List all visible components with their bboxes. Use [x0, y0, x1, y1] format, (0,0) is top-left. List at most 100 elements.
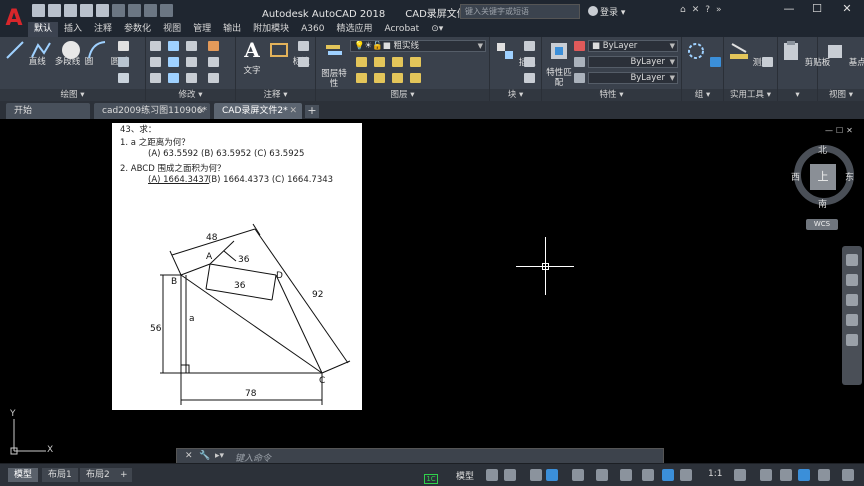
command-history-icon[interactable]: ▸▾ — [215, 451, 224, 461]
pan-icon[interactable] — [846, 274, 858, 286]
panel-groups-footer[interactable]: 组 ▾ — [682, 89, 723, 101]
polyline-button[interactable]: 多段线 — [30, 39, 80, 67]
line-button[interactable]: 直线 — [4, 39, 46, 67]
layout-tab-2[interactable]: 布局2 — [80, 468, 116, 482]
panel-utilities-footer[interactable]: 实用工具 ▾ — [724, 89, 777, 101]
tab-parametric[interactable]: 参数化 — [118, 22, 157, 37]
search-input[interactable]: 键入关键字或短语 — [460, 4, 580, 19]
add-layout-button[interactable]: + — [116, 468, 132, 482]
erase-icon[interactable] — [208, 41, 219, 51]
offset-icon[interactable] — [208, 73, 219, 83]
tab-addins[interactable]: 附加模块 — [247, 22, 295, 37]
doc-tab-cad2009[interactable]: cad2009练习图110906* ✕ — [94, 103, 210, 119]
layer-off-icon[interactable] — [356, 57, 367, 67]
zoom-icon[interactable] — [846, 294, 858, 306]
orbit-icon[interactable] — [846, 314, 858, 326]
tab-annotate[interactable]: 注释 — [88, 22, 118, 37]
viewcube-east[interactable]: 东 — [845, 170, 854, 183]
cart-icon[interactable]: ⌂ — [680, 5, 686, 15]
arc-button[interactable]: 圆弧 — [86, 39, 128, 67]
grid-icon[interactable] — [486, 469, 498, 481]
layer-current-icon[interactable] — [356, 73, 367, 83]
undo-icon[interactable] — [112, 4, 125, 17]
layer-unlock-icon[interactable] — [410, 73, 421, 83]
object-snap-icon[interactable] — [620, 469, 632, 481]
doc-tab-current[interactable]: CAD录屏文件2* ✕ — [214, 103, 302, 119]
viewcube-west[interactable]: 西 — [791, 170, 800, 183]
wcs-menu[interactable]: WCS — [806, 219, 838, 230]
calculator-icon[interactable] — [762, 57, 773, 67]
move-icon[interactable] — [150, 41, 161, 51]
clipboard-button[interactable]: 剪贴板 — [780, 40, 830, 68]
new-file-icon[interactable] — [32, 4, 45, 17]
group-button[interactable]: 组 — [685, 40, 718, 68]
ortho-icon[interactable] — [530, 469, 542, 481]
workspace-icon[interactable] — [160, 4, 173, 17]
stretch-icon[interactable] — [150, 73, 161, 83]
save-as-icon[interactable] — [80, 4, 93, 17]
circle-button[interactable]: 圆 — [60, 39, 93, 67]
panel-view-footer[interactable]: 视图 ▾ — [818, 89, 864, 101]
array-icon[interactable] — [186, 73, 197, 83]
object-snap-tracking-icon[interactable] — [596, 469, 608, 481]
share-icon[interactable] — [144, 4, 157, 17]
workspace-gear-icon[interactable] — [734, 469, 746, 481]
hardware-acceleration-icon[interactable] — [798, 469, 810, 481]
table-icon[interactable] — [298, 57, 309, 67]
measure-button[interactable]: 测量 — [728, 40, 770, 68]
linetype-dropdown[interactable]: ByLayer ▼ — [588, 72, 678, 84]
match-properties-button[interactable]: 特性匹配 — [545, 40, 573, 88]
viewcube-top-face[interactable]: 上 — [810, 164, 836, 190]
tab-insert[interactable]: 插入 — [58, 22, 88, 37]
tab-home[interactable]: 默认 — [28, 22, 59, 37]
isolate-objects-icon[interactable] — [780, 469, 792, 481]
login-button[interactable]: 登录 ▾ — [588, 5, 625, 18]
exchange-icon[interactable]: ✕ — [692, 5, 700, 15]
block-attribute-icon[interactable] — [524, 73, 535, 83]
layer-match-icon[interactable] — [374, 73, 385, 83]
leader-icon[interactable] — [298, 41, 309, 51]
close-icon[interactable]: ✕ — [197, 103, 205, 119]
print-icon[interactable] — [96, 4, 109, 17]
boundary-icon[interactable] — [118, 73, 129, 83]
drawing-canvas[interactable]: 43、求： 1. a 之距离为何？ (A) 63.5592 (B) 63.595… — [0, 119, 864, 463]
more-icon[interactable]: » — [716, 5, 722, 15]
close-icon[interactable]: ✕ — [289, 103, 297, 119]
layer-lock-icon[interactable] — [410, 57, 421, 67]
doc-tab-start[interactable]: 开始 — [6, 103, 90, 119]
mirror-icon[interactable] — [168, 57, 179, 67]
showmotion-icon[interactable] — [846, 334, 858, 346]
edit-block-icon[interactable] — [524, 57, 535, 67]
layout-tab-1[interactable]: 布局1 — [42, 468, 78, 482]
insert-block-button[interactable]: 插入 — [494, 40, 536, 68]
tab-manage[interactable]: 管理 — [187, 22, 217, 37]
panel-clipboard-footer[interactable]: ▾ — [778, 89, 817, 101]
panel-draw-footer[interactable]: 绘图 ▾ — [0, 89, 145, 101]
rotate-icon[interactable] — [168, 41, 179, 51]
lineweight-toggle-icon[interactable] — [642, 469, 654, 481]
layer-dropdown[interactable]: 💡☀🔓■ 粗实线 ▼ — [350, 40, 486, 52]
layout-tab-model[interactable]: 模型 — [8, 468, 39, 482]
panel-block-footer[interactable]: 块 ▾ — [490, 89, 541, 101]
trim-icon[interactable] — [186, 41, 197, 51]
save-icon[interactable] — [64, 4, 77, 17]
color-dropdown[interactable]: ■ ByLayer ▼ — [588, 40, 678, 52]
application-menu-button[interactable]: A — [0, 0, 28, 37]
minimize-icon[interactable]: — — [776, 2, 802, 15]
viewport-controls[interactable]: —☐✕ — [825, 126, 856, 135]
layer-isolate-icon[interactable] — [374, 57, 385, 67]
viewcube-north[interactable]: 北 — [818, 143, 827, 156]
viewcube-south[interactable]: 南 — [818, 197, 827, 210]
open-file-icon[interactable] — [48, 4, 61, 17]
lineweight-dropdown[interactable]: ByLayer ▼ — [588, 56, 678, 68]
tab-a360[interactable]: A360 — [295, 22, 330, 37]
annotation-scale-value[interactable]: 1:1 — [708, 469, 722, 479]
customize-icon[interactable]: 🔧 — [199, 451, 210, 461]
tab-output[interactable]: 输出 — [217, 22, 247, 37]
group-select-icon[interactable] — [710, 57, 721, 67]
tab-featured-apps[interactable]: 精选应用 — [330, 22, 378, 37]
steering-wheel-icon[interactable] — [846, 254, 858, 266]
copy-icon[interactable] — [150, 57, 161, 67]
close-icon[interactable]: ✕ — [185, 451, 193, 461]
add-icon[interactable] — [760, 469, 772, 481]
